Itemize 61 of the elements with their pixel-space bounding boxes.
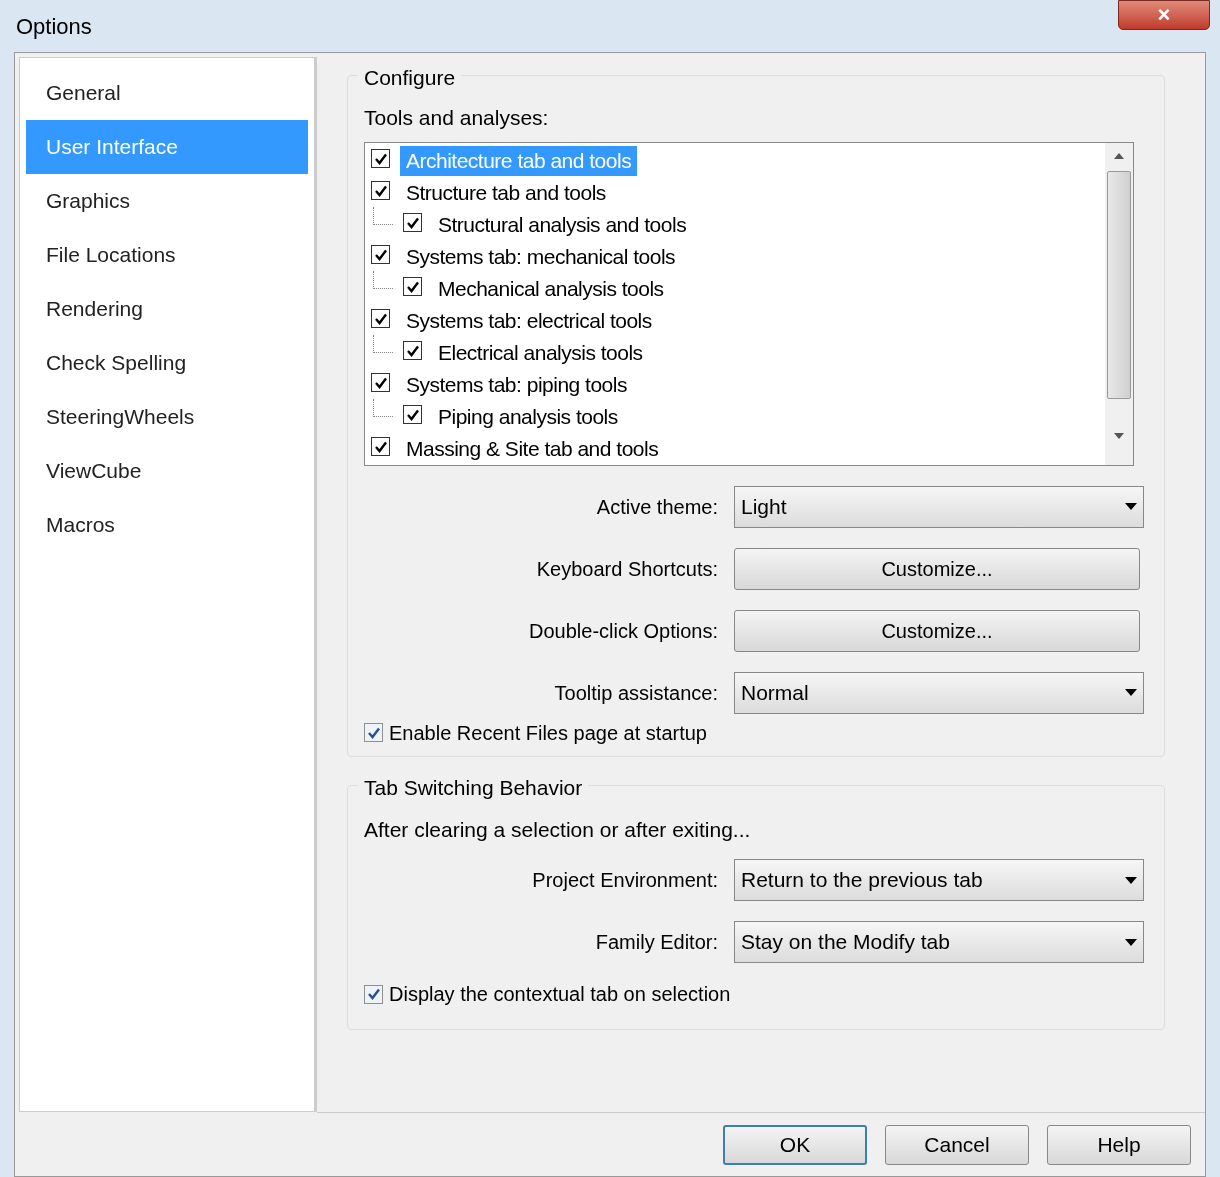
- list-label: Tools and analyses:: [364, 105, 550, 131]
- dialog-button[interactable]: Cancel: [885, 1124, 1029, 1165]
- checkbox[interactable]: [371, 437, 390, 456]
- dialog-button[interactable]: Help: [1047, 1124, 1191, 1165]
- dropdown[interactable]: Normal: [734, 671, 1144, 714]
- setting-label: Double-click Options:: [528, 618, 719, 644]
- checkbox[interactable]: [403, 405, 422, 424]
- caret-icon: [1125, 876, 1137, 884]
- close-button[interactable]: ×: [1118, 0, 1210, 30]
- sidebar-item[interactable]: File Locations: [26, 228, 308, 282]
- checkbox-label: Display the contextual tab on selection: [389, 982, 731, 1007]
- dialog-button[interactable]: OK: [723, 1124, 867, 1165]
- customize-button[interactable]: Customize...: [734, 547, 1140, 590]
- tree-connector: [373, 270, 393, 289]
- customize-button[interactable]: Customize...: [734, 609, 1140, 652]
- setting-label: Project Environment:: [531, 868, 719, 893]
- checkbox[interactable]: [371, 149, 390, 168]
- description: After clearing a selection or after exiting...: [364, 816, 752, 843]
- setting-label: Family Editor:: [594, 930, 719, 955]
- tool-item[interactable]: Systems tab: piping tools: [400, 369, 633, 400]
- tool-item[interactable]: Structure tab and tools: [400, 177, 612, 208]
- sidebar-item[interactable]: ViewCube: [26, 444, 308, 498]
- caret-icon: [1125, 689, 1137, 696]
- checkbox[interactable]: [364, 984, 383, 1004]
- checkbox[interactable]: [364, 723, 383, 742]
- sidebar-item[interactable]: SteeringWheels: [26, 390, 308, 444]
- dropdown[interactable]: Return to the previous tab: [734, 859, 1144, 901]
- caret-icon: [1125, 938, 1137, 946]
- sidebar-item[interactable]: Check Spelling: [26, 336, 308, 390]
- checkbox[interactable]: [371, 309, 390, 328]
- tool-item[interactable]: Structural analysis and tools: [432, 209, 693, 240]
- dropdown[interactable]: Stay on the Modify tab: [734, 921, 1144, 963]
- dropdown[interactable]: Light: [734, 485, 1144, 528]
- checkbox[interactable]: [403, 277, 422, 296]
- sidebar-item[interactable]: Graphics: [26, 174, 308, 228]
- setting-label: Active theme:: [595, 494, 719, 520]
- sidebar-item[interactable]: General: [26, 66, 308, 120]
- tool-item[interactable]: Systems tab: electrical tools: [400, 305, 658, 336]
- tree-connector: [373, 334, 393, 353]
- checkbox[interactable]: [371, 373, 390, 392]
- checkbox[interactable]: [371, 245, 390, 264]
- sidebar-item[interactable]: Rendering: [26, 282, 308, 336]
- tool-item[interactable]: Electrical analysis tools: [432, 337, 649, 368]
- tool-item[interactable]: Mechanical analysis tools: [432, 273, 670, 304]
- scrollbar-thumb[interactable]: [1107, 170, 1131, 399]
- setting-label: Tooltip assistance:: [553, 680, 719, 706]
- caret-icon: [1125, 503, 1137, 510]
- tool-item[interactable]: Systems tab: mechanical tools: [400, 241, 682, 272]
- checkbox-label: Enable Recent Files page at startup: [389, 720, 707, 746]
- tree-connector: [373, 398, 393, 417]
- tree-connector: [373, 206, 393, 225]
- window-title: Options: [16, 13, 92, 41]
- tool-item[interactable]: Massing & Site tab and tools: [400, 433, 665, 464]
- scroll-up-icon[interactable]: [1114, 152, 1124, 159]
- checkbox[interactable]: [371, 181, 390, 200]
- checkbox[interactable]: [403, 341, 422, 360]
- tool-item[interactable]: Piping analysis tools: [432, 401, 624, 432]
- checkbox[interactable]: [403, 213, 422, 232]
- sidebar-item[interactable]: Macros: [26, 498, 308, 552]
- setting-label: Keyboard Shortcuts:: [535, 556, 719, 582]
- scroll-down-icon[interactable]: [1114, 432, 1124, 439]
